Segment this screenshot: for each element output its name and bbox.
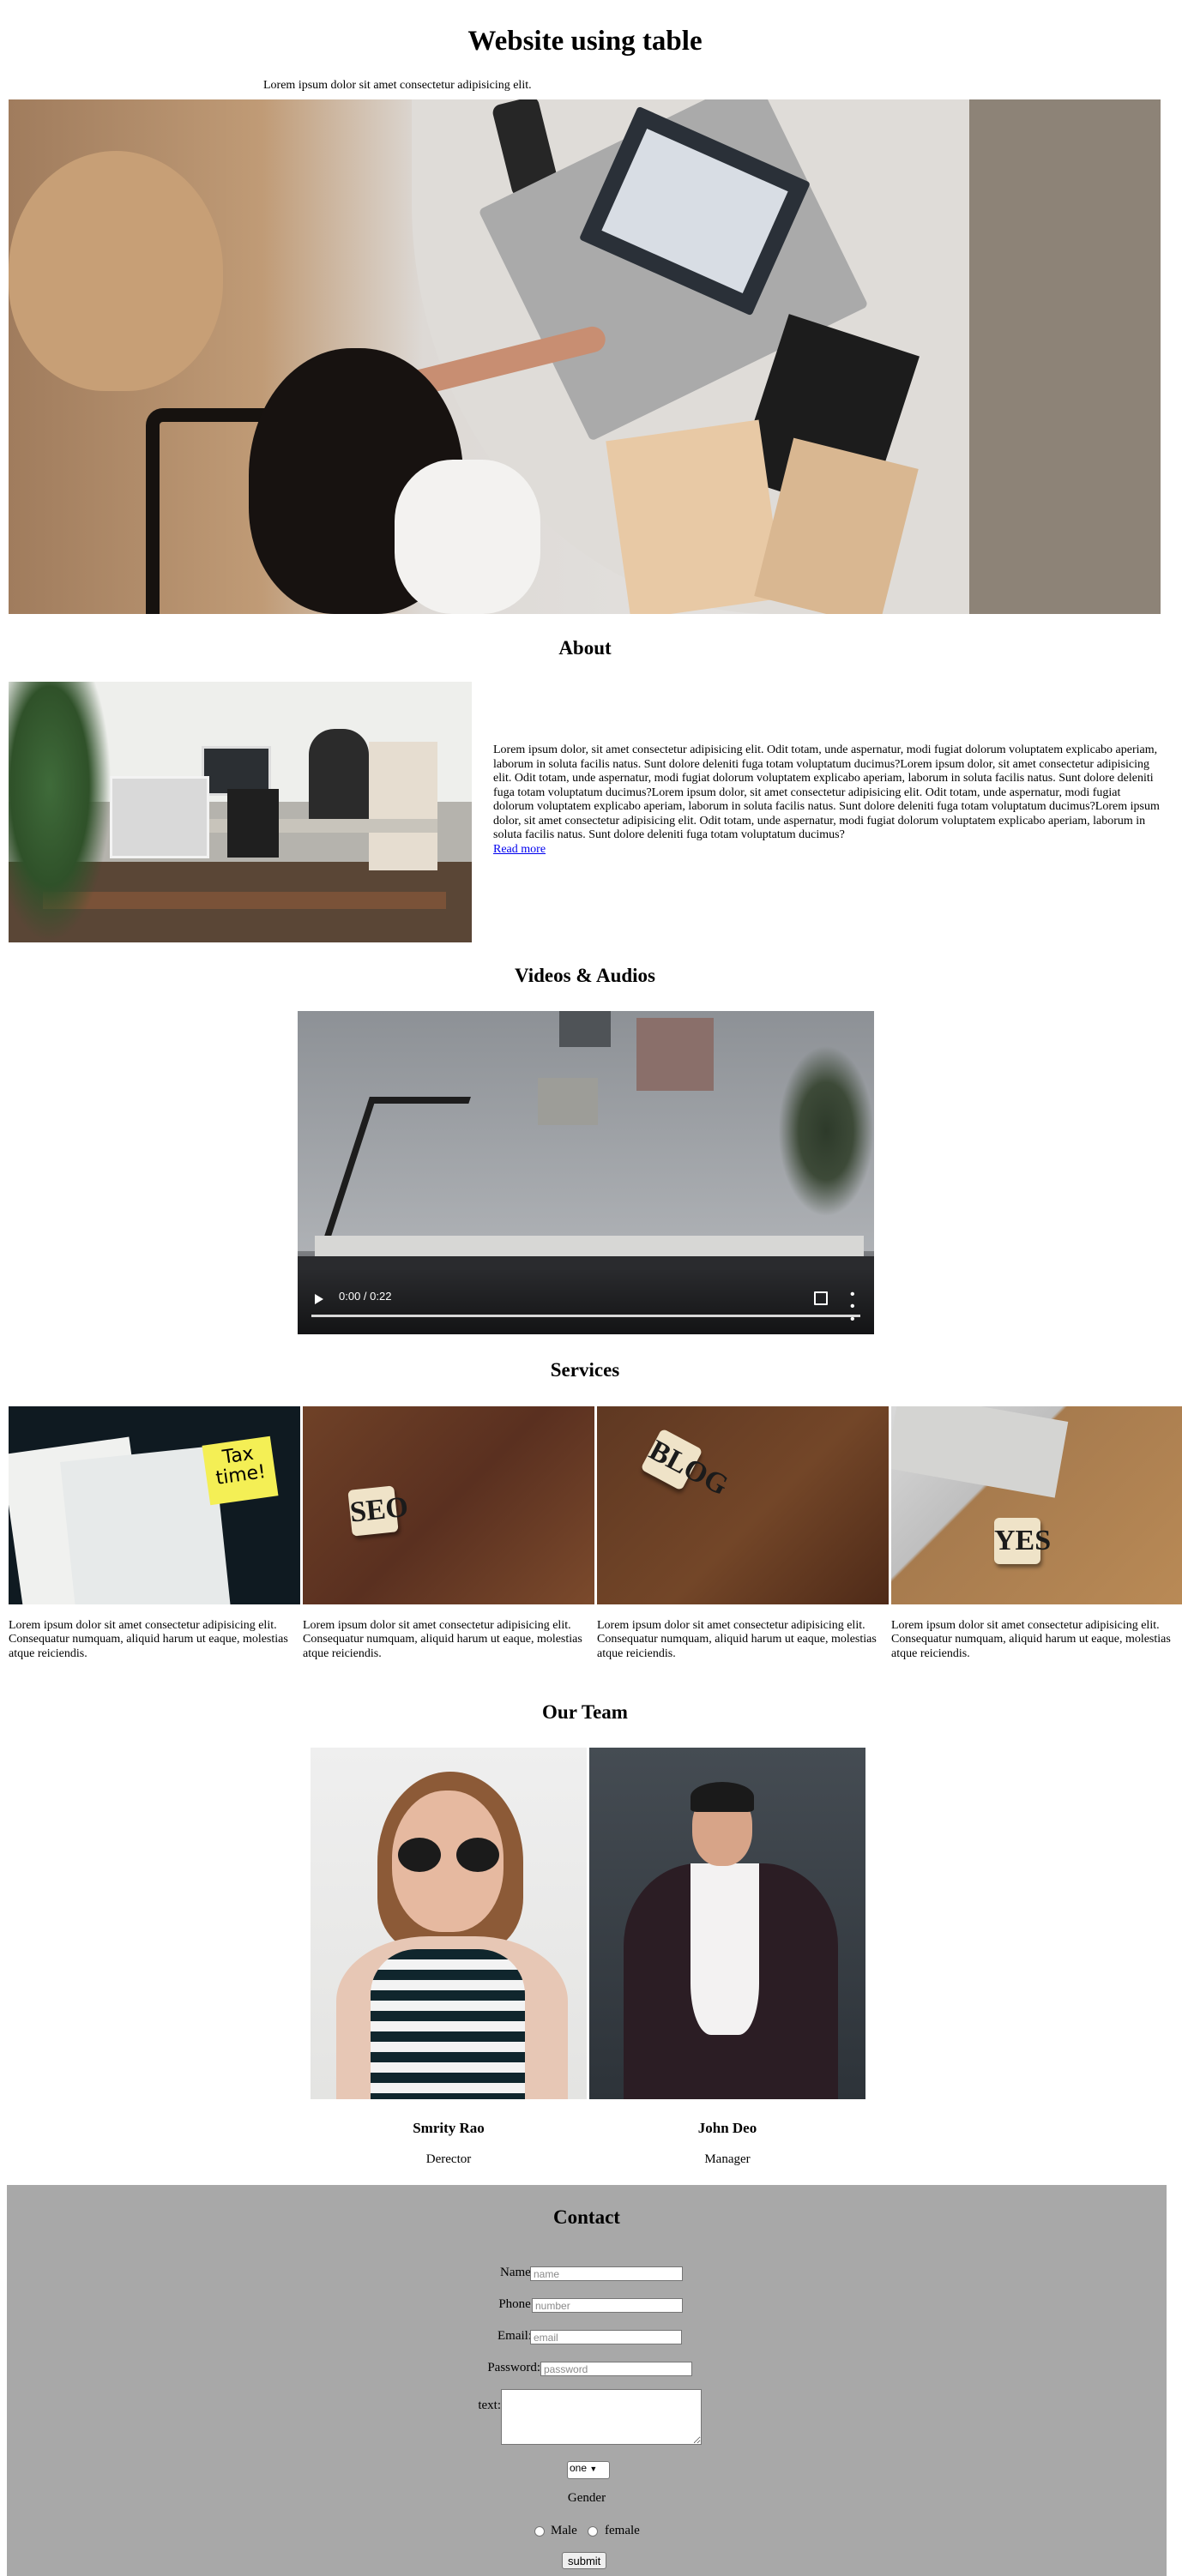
play-icon[interactable] <box>315 1294 323 1304</box>
page-title: Website using table <box>467 26 703 57</box>
password-label: Password: <box>487 2361 540 2374</box>
page-subtitle: Lorem ipsum dolor sit amet consectetur a… <box>263 79 532 92</box>
message-textarea[interactable] <box>501 2389 702 2445</box>
male-radio[interactable] <box>534 2526 545 2537</box>
video-time: 0:00 / 0:22 <box>339 1290 392 1303</box>
read-more-link[interactable]: Read more <box>493 843 546 858</box>
gender-label: Gender <box>567 2491 606 2505</box>
hero-image <box>9 99 1161 614</box>
phone-input[interactable] <box>532 2298 683 2313</box>
team-photo-john <box>589 1748 865 2099</box>
option-select[interactable]: one ▼ <box>567 2461 610 2479</box>
video-player[interactable]: 0:00 / 0:22 • • • <box>298 1011 874 1334</box>
service-image-yes: YES <box>891 1406 1182 1604</box>
team-member-role: Manager <box>704 2152 751 2166</box>
about-image <box>9 682 472 942</box>
email-input[interactable] <box>530 2330 682 2344</box>
phone-label: Phone: <box>498 2297 534 2311</box>
team-member-name: Smrity Rao <box>413 2120 485 2136</box>
tax-note: Tax time! <box>202 1435 279 1506</box>
service-image-tax: Tax time! <box>9 1406 300 1604</box>
team-member-role: Derector <box>425 2152 472 2166</box>
about-text: Lorem ipsum dolor, sit amet consectetur … <box>493 743 1162 857</box>
services-heading: Services <box>550 1359 620 1381</box>
service-image-blog: BLOG <box>597 1406 889 1604</box>
media-heading: Videos & Audios <box>514 965 656 986</box>
more-options-icon[interactable]: • • • <box>850 1287 855 1326</box>
service-image-seo: SEO <box>303 1406 594 1604</box>
service-text: Lorem ipsum dolor sit amet consectetur a… <box>9 1619 288 1660</box>
text-label: text: <box>478 2398 501 2412</box>
male-label: Male <box>551 2524 577 2537</box>
about-heading: About <box>558 637 612 659</box>
password-input[interactable] <box>540 2362 692 2376</box>
name-label: Name: <box>500 2266 534 2279</box>
chevron-down-icon: ▼ <box>589 2465 598 2473</box>
contact-section: Contact Name: Phone: Email: Password: te… <box>7 2185 1167 2576</box>
team-heading: Our Team <box>542 1701 628 1723</box>
yes-tiles: YES <box>994 1518 1051 1564</box>
team-photo-smrity <box>311 1748 587 2099</box>
service-text: Lorem ipsum dolor sit amet consectetur a… <box>303 1619 582 1660</box>
about-paragraph: Lorem ipsum dolor, sit amet consectetur … <box>493 743 1160 842</box>
female-radio[interactable] <box>588 2526 598 2537</box>
team-member-name: John Deo <box>697 2120 757 2136</box>
service-text: Lorem ipsum dolor sit amet consectetur a… <box>597 1619 877 1660</box>
contact-heading: Contact <box>553 2206 620 2228</box>
email-label: Email: <box>498 2329 532 2343</box>
select-value: one <box>570 2462 588 2474</box>
seo-tiles: SEO <box>347 1485 410 1537</box>
blog-tiles: BLOG <box>640 1428 733 1502</box>
female-label: female <box>605 2524 640 2537</box>
video-progress-bar[interactable] <box>311 1315 860 1317</box>
submit-button[interactable]: submit <box>562 2552 607 2569</box>
service-text: Lorem ipsum dolor sit amet consectetur a… <box>891 1619 1171 1660</box>
fullscreen-icon[interactable] <box>814 1291 828 1305</box>
name-input[interactable] <box>530 2266 683 2281</box>
